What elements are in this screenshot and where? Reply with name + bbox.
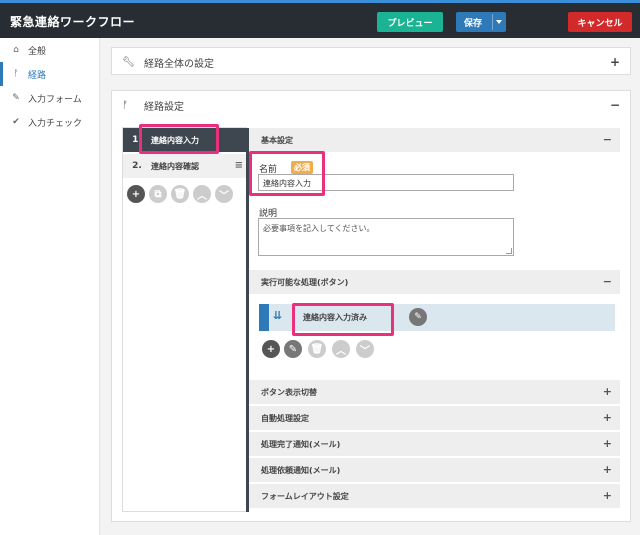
description-placeholder: 必要事項を記入してください。 xyxy=(263,224,375,233)
sidebar-item-input-check[interactable]: ✔ 入力チェック xyxy=(0,110,100,134)
sidebar-item-route[interactable]: ᚠ 経路 xyxy=(0,62,100,86)
edit-action-button[interactable]: ✎ xyxy=(409,308,427,326)
expand-icon[interactable]: + xyxy=(603,385,612,398)
collapse-icon[interactable]: − xyxy=(603,133,612,146)
save-button-label: 保存 xyxy=(464,19,483,29)
preview-button[interactable]: プレビュー xyxy=(377,12,443,32)
route-label: 連絡内容入力 xyxy=(151,135,199,145)
section-title: フォームレイアウト設定 xyxy=(261,491,349,501)
sidebar-item-label: 入力フォーム xyxy=(28,94,82,105)
copy-icon: ⧉ xyxy=(154,188,162,200)
trash-icon: 🗑︎ xyxy=(310,343,324,355)
app-title: 緊急連絡ワークフロー xyxy=(10,15,136,29)
add-route-button[interactable]: + xyxy=(127,185,145,203)
basic-settings-header[interactable]: 基本設定 − xyxy=(249,128,620,152)
edit-icon: ✎ xyxy=(414,312,422,322)
overall-settings-header[interactable]: 🔧︎ 経路全体の設定 + xyxy=(112,48,630,76)
completion-mail-header[interactable]: 処理完了通知(メール) + xyxy=(249,432,620,456)
section-title: ボタン表示切替 xyxy=(261,387,317,397)
delete-route-button[interactable]: 🗑︎ xyxy=(171,185,189,203)
chevron-down-icon[interactable] xyxy=(496,20,502,24)
trash-icon: 🗑︎ xyxy=(173,188,187,200)
sidebar-item-general[interactable]: ⌂ 全般 xyxy=(0,38,100,62)
sidebar-item-input-form[interactable]: ✎ 入力フォーム xyxy=(0,86,100,110)
route-item-1[interactable]: 1. 連絡内容入力 xyxy=(123,128,247,152)
sidebar-item-label: 経路 xyxy=(28,70,47,81)
edit-icon: ✎ xyxy=(288,343,298,355)
action-move-up-button[interactable]: ︿ xyxy=(332,340,350,358)
section-title: 基本設定 xyxy=(261,135,293,145)
move-up-button[interactable]: ︿ xyxy=(193,185,211,203)
add-action-button[interactable]: + xyxy=(262,340,280,358)
drag-handle-icon[interactable]: ≡ xyxy=(235,160,243,171)
action-label: 連絡内容入力済み xyxy=(303,313,367,322)
route-icon: ᚠ xyxy=(122,99,128,111)
action-move-down-button[interactable]: ﹀ xyxy=(356,340,374,358)
description-field[interactable]: 必要事項を記入してください。 xyxy=(258,218,514,256)
save-button[interactable]: 保存 xyxy=(456,12,506,32)
plus-icon: + xyxy=(266,343,276,355)
route-label: 連絡内容確認 xyxy=(151,161,199,171)
section-title: 処理依頼通知(メール) xyxy=(261,465,341,475)
button-display-toggle-header[interactable]: ボタン表示切替 + xyxy=(249,380,620,404)
route-number: 1. xyxy=(132,135,142,145)
move-down-button[interactable]: ﹀ xyxy=(215,185,233,203)
required-badge: 必須 xyxy=(291,161,313,174)
sidebar: ⌂ 全般 ᚠ 経路 ✎ 入力フォーム ✔ 入力チェック xyxy=(0,38,100,535)
home-icon: ⌂ xyxy=(13,45,19,55)
route-number: 2. xyxy=(132,161,142,171)
route-list: 1. 連絡内容入力 2. 連絡内容確認 ≡ + ⧉ 🗑︎ ︿ ﹀ xyxy=(122,127,247,512)
main-content: 🔧︎ 経路全体の設定 + ᚠ 経路設定 − 1. 連絡内容入力 2. 連絡内容確… xyxy=(100,38,640,535)
chevron-down-icon: ﹀ xyxy=(219,190,229,202)
sidebar-item-label: 入力チェック xyxy=(28,118,83,129)
section-title: 自動処理設定 xyxy=(261,413,309,423)
route-icon: ᚠ xyxy=(13,69,19,79)
route-detail: 基本設定 − 名前 必須 連絡内容入力 説明 必要事項を記入してください。 実行… xyxy=(246,128,620,512)
chevron-up-icon: ︿ xyxy=(197,190,207,202)
route-settings-header[interactable]: ᚠ 経路設定 − xyxy=(112,91,630,119)
edit-action-list-button[interactable]: ✎ xyxy=(284,340,302,358)
expand-icon[interactable]: + xyxy=(603,411,612,424)
top-bar: 緊急連絡ワークフロー プレビュー 保存 キャンセル xyxy=(0,0,640,38)
overall-settings-panel[interactable]: 🔧︎ 経路全体の設定 + xyxy=(111,47,631,75)
chevron-up-icon: ︿ xyxy=(336,345,346,357)
collapse-icon[interactable]: − xyxy=(603,275,612,288)
name-field[interactable]: 連絡内容入力 xyxy=(258,174,514,191)
save-divider xyxy=(492,14,493,30)
expand-icon[interactable]: + xyxy=(603,437,612,450)
route-item-2[interactable]: 2. 連絡内容確認 ≡ xyxy=(123,154,247,178)
wrench-icon: 🔧︎ xyxy=(122,56,135,68)
double-chevron-down-icon: ⇊ xyxy=(273,309,283,322)
collapse-icon[interactable]: − xyxy=(610,98,620,112)
pencil-icon: ✎ xyxy=(12,93,20,103)
panel-title: 経路設定 xyxy=(144,101,184,113)
panel-title: 経路全体の設定 xyxy=(144,58,214,70)
copy-route-button[interactable]: ⧉ xyxy=(149,185,167,203)
cancel-button[interactable]: キャンセル xyxy=(568,12,632,32)
delete-action-button[interactable]: 🗑︎ xyxy=(308,340,326,358)
section-title: 処理完了通知(メール) xyxy=(261,439,341,449)
section-title: 実行可能な処理(ボタン) xyxy=(261,277,349,287)
request-mail-header[interactable]: 処理依頼通知(メール) + xyxy=(249,458,620,482)
expand-icon[interactable]: + xyxy=(610,55,620,69)
actions-header[interactable]: 実行可能な処理(ボタン) − xyxy=(249,270,620,294)
chevron-down-icon: ﹀ xyxy=(360,345,370,357)
action-color-bar xyxy=(259,304,269,331)
form-layout-header[interactable]: フォームレイアウト設定 + xyxy=(249,484,620,508)
action-item[interactable]: ⇊ 連絡内容入力済み ✎ xyxy=(259,304,615,331)
resize-handle-icon[interactable] xyxy=(506,248,512,254)
plus-icon: + xyxy=(131,188,141,200)
expand-icon[interactable]: + xyxy=(603,489,612,502)
sidebar-item-label: 全般 xyxy=(28,46,47,57)
check-icon: ✔ xyxy=(12,117,20,127)
auto-process-header[interactable]: 自動処理設定 + xyxy=(249,406,620,430)
expand-icon[interactable]: + xyxy=(603,463,612,476)
